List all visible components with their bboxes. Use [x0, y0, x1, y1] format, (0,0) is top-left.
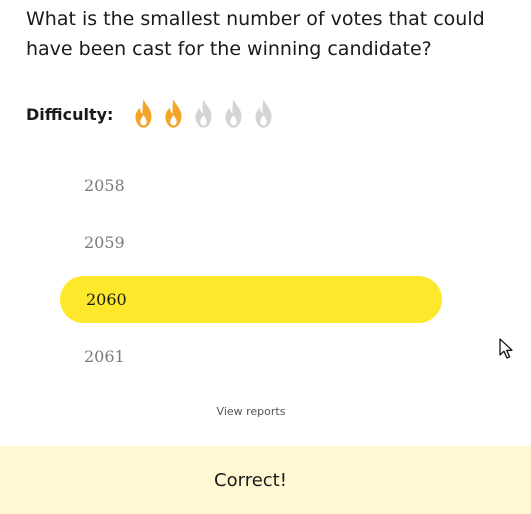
result-banner: Correct! [0, 446, 531, 514]
question-text: What is the smallest number of votes tha… [26, 8, 485, 60]
flame-icon [165, 99, 182, 128]
difficulty-label: Difficulty: [26, 104, 114, 124]
answer-option[interactable]: 2061 [60, 333, 442, 380]
answer-option-label: 2059 [84, 233, 125, 252]
answer-option-label: 2058 [84, 176, 125, 195]
flame-icon [195, 99, 212, 128]
flame-icon [255, 99, 272, 128]
answer-option[interactable]: 2060 [60, 276, 442, 323]
mouse-cursor-icon [499, 338, 513, 359]
result-text: Correct! [214, 469, 287, 491]
answer-option-label: 2061 [84, 347, 125, 366]
view-reports-link[interactable]: View reports [0, 405, 502, 418]
answer-option[interactable]: 2059 [60, 219, 442, 266]
difficulty-flames [129, 98, 278, 130]
answer-option[interactable]: 2058 [60, 162, 442, 209]
answer-option-label: 2060 [86, 290, 127, 309]
flame-icon [225, 99, 242, 128]
flame-icon [135, 99, 152, 128]
answer-options: 2058 2059 2060 2061 [60, 162, 442, 390]
difficulty-rating: Difficulty: [26, 96, 278, 132]
